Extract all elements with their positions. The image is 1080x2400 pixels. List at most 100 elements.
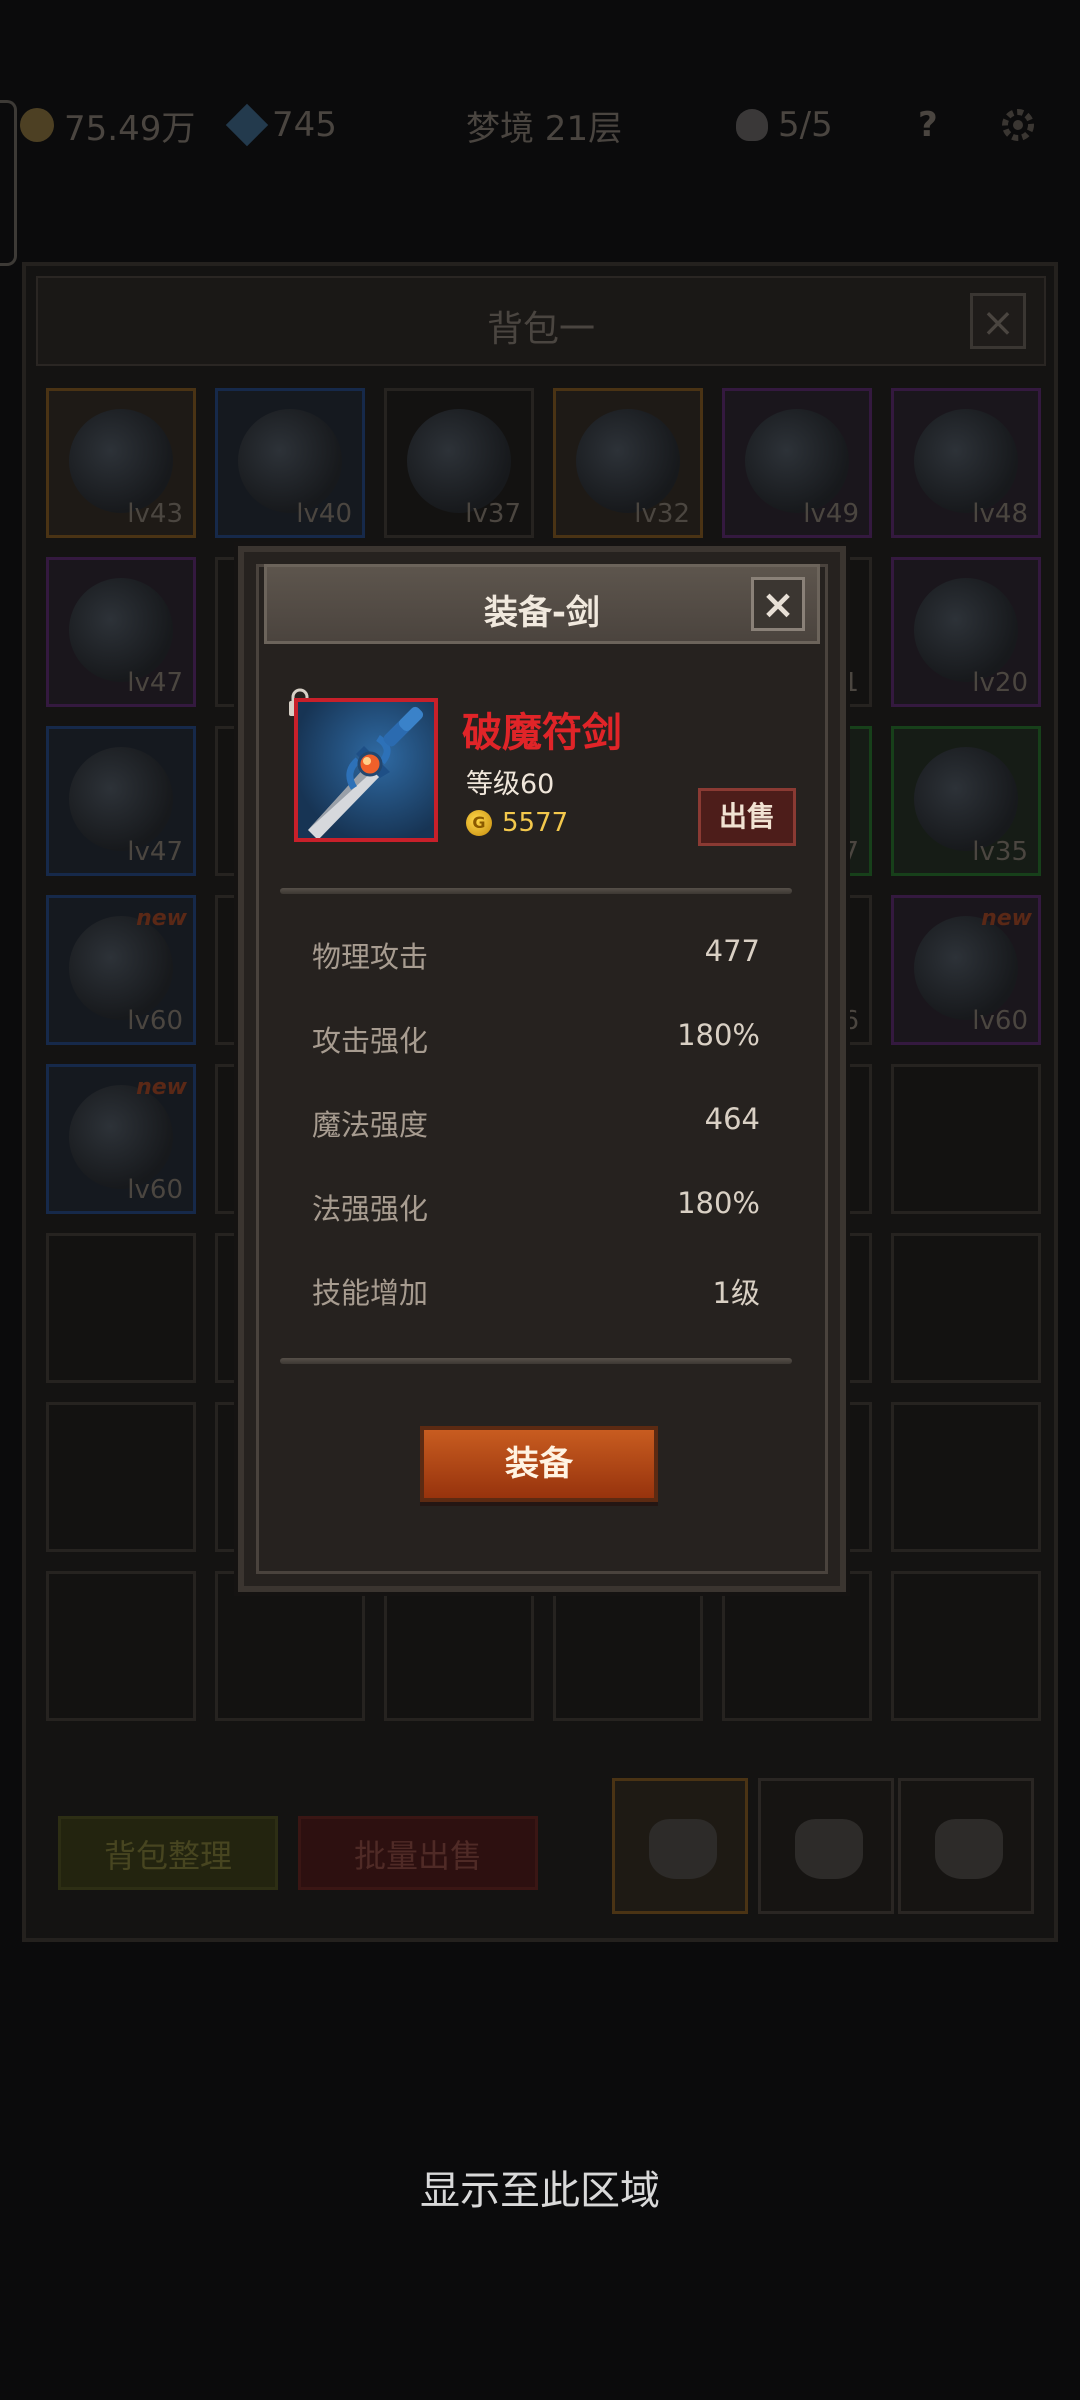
inventory-slot[interactable] — [891, 1402, 1041, 1552]
ring-icon — [914, 747, 1018, 851]
item-name: 破魔符剑 — [462, 710, 622, 756]
backpack-title: 背包一 — [486, 309, 595, 350]
item-detail-dialog: 装备-剑 × 破魔符剑 等级60 G 5577 出售 物理攻击 477 攻击强化 — [238, 546, 846, 1592]
gold-resource: 75.49万 — [20, 101, 195, 150]
settings-button[interactable] — [996, 103, 1040, 147]
display-area-hint: 显示至此区域 — [420, 2168, 660, 2214]
lives-indicator: 5/5 — [736, 105, 833, 145]
price-value: 5577 — [502, 808, 569, 838]
inventory-slot[interactable]: lv43 — [46, 388, 196, 538]
help-icon: ? — [918, 105, 938, 145]
gauntlet-icon — [69, 747, 173, 851]
slot-level: lv47 — [127, 837, 183, 867]
backpack-close-button[interactable]: × — [970, 293, 1026, 349]
inventory-slot[interactable]: lv47 — [46, 557, 196, 707]
dialog-header: 装备-剑 × — [264, 564, 820, 644]
bag-tab-2[interactable] — [758, 1778, 894, 1914]
inventory-slot[interactable]: new lv60 — [46, 1064, 196, 1214]
backpack-icon — [935, 1819, 1003, 1879]
gold-coin-icon — [20, 108, 54, 142]
sell-button[interactable]: 出售 — [698, 788, 796, 846]
inventory-slot[interactable] — [215, 1571, 365, 1721]
inventory-slot[interactable]: lv20 — [891, 557, 1041, 707]
gold-amount: 75.49万 — [64, 108, 196, 149]
item-image-frame — [294, 698, 438, 842]
dialog-title: 装备-剑 — [483, 593, 601, 633]
inventory-slot[interactable]: lv32 — [553, 388, 703, 538]
stat-row: 技能增加 1级 — [312, 1270, 760, 1312]
inventory-slot[interactable] — [46, 1571, 196, 1721]
slot-level: lv43 — [127, 499, 183, 529]
stat-value: 477 — [704, 934, 760, 968]
skull-icon — [736, 109, 768, 141]
inventory-slot[interactable] — [46, 1233, 196, 1383]
item-price: G 5577 — [466, 808, 568, 838]
stat-name: 物理攻击 — [312, 940, 429, 974]
inventory-slot[interactable] — [891, 1571, 1041, 1721]
floor-label: 梦境 21层 — [466, 108, 623, 149]
slot-level: lv20 — [972, 668, 1028, 698]
stat-name: 法强强化 — [312, 1192, 429, 1226]
sword-icon — [576, 409, 680, 513]
bag-tab-3[interactable] — [898, 1778, 1034, 1914]
inventory-slot[interactable]: lv35 — [891, 726, 1041, 876]
stat-value: 180% — [677, 1018, 760, 1052]
stat-name: 技能增加 — [312, 1276, 429, 1310]
inventory-slot[interactable]: lv48 — [891, 388, 1041, 538]
slot-level: lv48 — [972, 499, 1028, 529]
inventory-slot[interactable] — [384, 1571, 534, 1721]
wooden-shield-icon — [914, 578, 1018, 682]
equip-button[interactable]: 装备 — [420, 1426, 658, 1502]
inventory-slot[interactable]: new lv60 — [46, 895, 196, 1045]
help-button[interactable]: ? — [918, 105, 938, 145]
stat-row: 魔法强度 464 — [312, 1102, 760, 1144]
backpack-header: 背包一 × — [36, 276, 1046, 366]
slot-level: lv60 — [972, 1006, 1028, 1036]
trident-icon — [69, 578, 173, 682]
bulk-sell-button[interactable]: 批量出售 — [298, 1816, 538, 1890]
stat-value: 1级 — [712, 1276, 760, 1310]
new-badge: new — [981, 906, 1032, 931]
stat-value: 180% — [677, 1186, 760, 1220]
stat-name: 攻击强化 — [312, 1024, 429, 1058]
slot-level: lv35 — [972, 837, 1028, 867]
inventory-slot[interactable] — [46, 1402, 196, 1552]
sword-icon — [308, 706, 424, 838]
slot-level: lv37 — [465, 499, 521, 529]
stat-row: 攻击强化 180% — [312, 1018, 760, 1060]
new-badge: new — [136, 1075, 187, 1100]
inventory-slot[interactable]: lv37 — [384, 388, 534, 538]
round-shield-icon — [238, 409, 342, 513]
pauldron-icon — [914, 409, 1018, 513]
slot-level: lv40 — [296, 499, 352, 529]
stat-name: 魔法强度 — [312, 1108, 429, 1142]
bag-tab-1[interactable] — [612, 1778, 748, 1914]
divider-bottom — [280, 1358, 792, 1364]
item-level: 等级60 — [466, 769, 555, 800]
dagger-icon — [745, 409, 849, 513]
blade-icon — [914, 916, 1018, 1020]
inventory-slot[interactable]: lv49 — [722, 388, 872, 538]
gauntlet-icon — [69, 409, 173, 513]
mesh-orb-icon — [69, 916, 173, 1020]
backpack-icon — [649, 1819, 717, 1879]
new-badge: new — [136, 906, 187, 931]
gem-resource: 745 — [225, 103, 337, 147]
inventory-slot[interactable] — [722, 1571, 872, 1721]
inventory-slot[interactable] — [553, 1571, 703, 1721]
divider-top — [280, 888, 792, 894]
stat-row: 法强强化 180% — [312, 1186, 760, 1228]
top-resource-bar: 75.49万 745 梦境 21层 5/5 ? — [0, 80, 1080, 170]
inventory-slot[interactable] — [891, 1064, 1041, 1214]
inventory-slot[interactable] — [891, 1233, 1041, 1383]
inventory-slot[interactable]: new lv60 — [891, 895, 1041, 1045]
inventory-slot[interactable]: lv47 — [46, 726, 196, 876]
inventory-slot[interactable]: lv40 — [215, 388, 365, 538]
gem-amount: 745 — [272, 105, 337, 145]
stat-row: 物理攻击 477 — [312, 934, 760, 976]
helmet-icon — [407, 409, 511, 513]
stat-value: 464 — [704, 1102, 760, 1136]
dialog-close-button[interactable]: × — [751, 577, 805, 631]
sort-backpack-button[interactable]: 背包整理 — [58, 1816, 278, 1890]
gem-icon — [225, 103, 269, 147]
